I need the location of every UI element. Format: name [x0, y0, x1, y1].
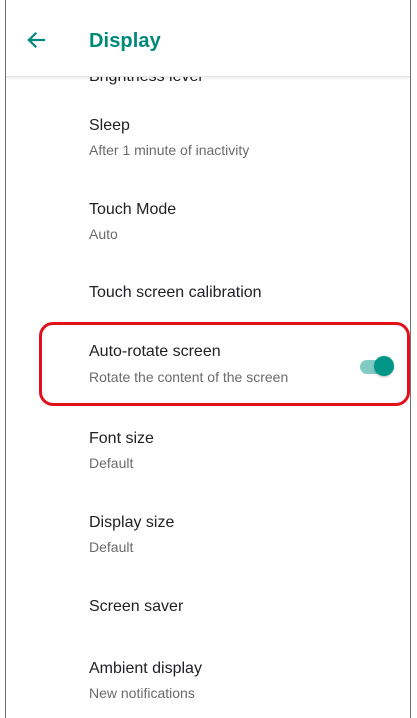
setting-sleep[interactable]: Sleep After 1 minute of inactivity	[6, 106, 410, 174]
setting-ambient-display-summary: New notifications	[89, 685, 195, 701]
setting-screen-saver-title: Screen saver	[89, 598, 184, 615]
setting-display-size[interactable]: Display size Default	[6, 502, 410, 570]
arrow-back-icon	[27, 31, 46, 49]
auto-rotate-toggle[interactable]	[360, 356, 394, 378]
setting-auto-rotate-title: Auto-rotate screen	[89, 343, 221, 360]
toggle-thumb	[374, 356, 394, 376]
setting-sleep-summary: After 1 minute of inactivity	[89, 142, 250, 158]
page-title: Display	[89, 30, 161, 52]
settings-screen: Brightness level Display Sleep After 1 m…	[5, 0, 411, 718]
back-button[interactable]	[20, 24, 52, 56]
setting-touch-mode-summary: Auto	[89, 226, 118, 242]
setting-auto-rotate[interactable]: Auto-rotate screen Rotate the content of…	[6, 326, 410, 402]
setting-touch-calibration[interactable]: Touch screen calibration	[6, 266, 410, 318]
setting-touch-mode-title: Touch Mode	[89, 201, 177, 218]
setting-display-size-title: Display size	[89, 514, 175, 531]
setting-screen-saver[interactable]: Screen saver	[6, 580, 410, 632]
setting-ambient-display-title: Ambient display	[89, 660, 202, 677]
setting-ambient-display[interactable]: Ambient display New notifications	[6, 648, 410, 712]
setting-touch-mode[interactable]: Touch Mode Auto	[6, 190, 410, 258]
setting-touch-calibration-title: Touch screen calibration	[89, 284, 262, 301]
setting-auto-rotate-summary: Rotate the content of the screen	[89, 369, 289, 385]
setting-font-size-title: Font size	[89, 430, 154, 447]
app-bar: Display	[6, 0, 410, 77]
setting-sleep-title: Sleep	[89, 117, 130, 134]
setting-font-size-summary: Default	[89, 455, 134, 471]
setting-font-size[interactable]: Font size Default	[6, 418, 410, 486]
setting-display-size-summary: Default	[89, 539, 134, 555]
